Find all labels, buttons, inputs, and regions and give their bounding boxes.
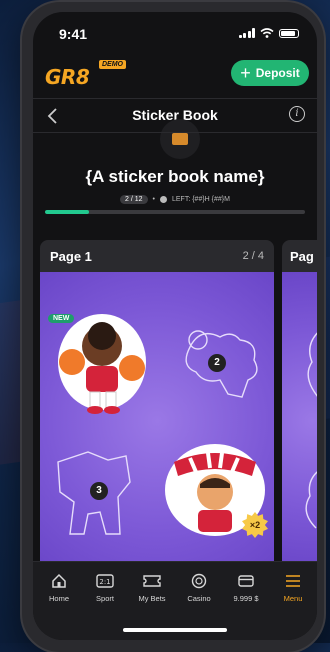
time-left: LEFT: {##}H {##}M	[171, 196, 230, 203]
clock-icon	[159, 196, 167, 203]
sticker-number-badge: 2	[208, 354, 226, 372]
sticker-collected-player[interactable]	[50, 310, 150, 420]
battery-icon	[279, 28, 299, 38]
progress-bar-fill	[45, 210, 90, 214]
tab-label: Casino	[187, 594, 211, 603]
status-icons	[238, 28, 299, 38]
scoreboard-icon: 2:1	[79, 572, 131, 590]
sticker-page-canvas	[282, 272, 317, 570]
tab-label: 9.999 $	[233, 594, 259, 603]
page-number-title: Pag	[290, 248, 314, 264]
wallet-icon	[220, 572, 272, 590]
page-header: Page 1 2 / 4	[40, 240, 274, 272]
home-icon	[33, 572, 85, 590]
tab-casino[interactable]: Casino	[173, 572, 225, 603]
sticker-number-badge: 3	[90, 482, 108, 500]
deposit-label: Deposit	[255, 66, 300, 80]
collected-count-badge: 2 / 12	[120, 195, 148, 204]
tab-label: My Bets	[138, 594, 166, 603]
separator-dot: •	[152, 196, 155, 203]
sticker-book-name: {A sticker book name}	[85, 167, 265, 186]
logo-text: GR8	[45, 65, 90, 89]
book-meta: 2 / 12 • LEFT: {##}H {##}M	[33, 195, 317, 204]
home-indicator[interactable]	[123, 628, 227, 632]
ticket-icon	[126, 572, 178, 590]
svg-text:2:1: 2:1	[99, 578, 110, 586]
page-sticker-count: 2 / 4	[242, 250, 264, 262]
plus-icon: +	[240, 63, 251, 83]
sticker-slot-empty-silhouette	[305, 471, 317, 529]
tab-label: Home	[48, 594, 69, 603]
tab-menu[interactable]: Menu	[267, 572, 317, 603]
page-header: Pag	[282, 240, 317, 272]
sticker-page-1[interactable]: Page 1 2 / 4 NEW 2 3 ×2	[40, 240, 274, 570]
menu-icon	[267, 572, 317, 590]
tab-my-bets[interactable]: My Bets	[126, 572, 178, 603]
status-bar: 9:41	[33, 12, 317, 54]
app-screen: 9:41 GR8 DEMO + Deposit Sticker Book i {	[33, 12, 317, 640]
tab-home[interactable]: Home	[33, 572, 85, 603]
signal-icon	[238, 28, 255, 38]
info-icon[interactable]: i	[289, 106, 305, 122]
nav-divider	[33, 132, 317, 133]
brand-logo[interactable]: GR8 DEMO	[45, 60, 126, 94]
sticker-page-2-preview[interactable]: Pag	[282, 240, 317, 570]
tab-label: Menu	[283, 594, 303, 603]
sticker-slot-empty-silhouette	[307, 332, 317, 397]
sticker-page-canvas: NEW 2 3 ×2	[40, 272, 274, 570]
chip-icon	[173, 572, 225, 590]
demo-badge: DEMO	[99, 60, 126, 69]
tab-wallet[interactable]: 9.999 $	[220, 572, 272, 603]
bottom-tab-bar: Home 2:1 Sport My Bets Casino 9.999 $ Me…	[33, 561, 317, 640]
deposit-button[interactable]: + Deposit	[231, 60, 309, 86]
wifi-icon	[260, 28, 274, 38]
progress-bar	[45, 210, 305, 214]
status-time: 9:41	[59, 26, 88, 42]
page-number-title: Page 1	[50, 248, 92, 264]
sticker-book-cover-icon	[160, 119, 200, 159]
tab-sport[interactable]: 2:1 Sport	[79, 572, 131, 603]
tab-label: Sport	[96, 594, 114, 603]
